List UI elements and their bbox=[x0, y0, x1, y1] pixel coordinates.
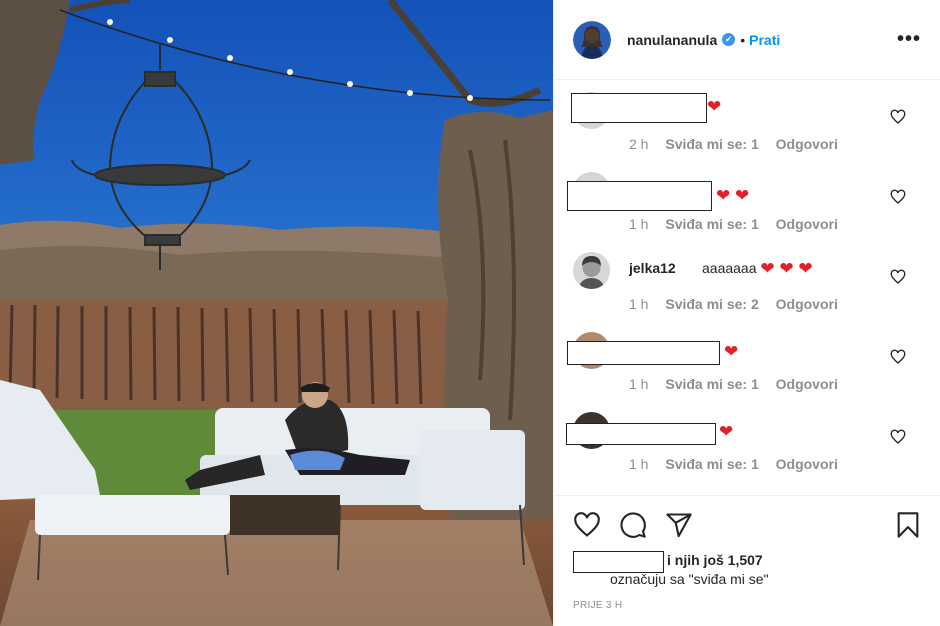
like-comment-icon[interactable] bbox=[890, 189, 906, 205]
comment-item: ❤ ❤ 1 h Sviđa mi se: 1 Odgovori bbox=[554, 161, 940, 241]
comment-item: ❤ 1 h Sviđa mi se: 1 Odgovori bbox=[554, 401, 940, 481]
comment-meta: 1 h Sviđa mi se: 1 Odgovori bbox=[629, 376, 851, 392]
comment-item: ❤ 2 h Sviđa mi se: 1 Odgovori bbox=[554, 81, 940, 161]
follow-button[interactable]: Prati bbox=[749, 32, 780, 48]
likes-count[interactable]: i njih još 1,507 bbox=[667, 552, 763, 568]
commenter-avatar[interactable] bbox=[573, 252, 610, 289]
header-separator: • bbox=[740, 31, 746, 48]
heart-emoji: ❤ ❤ bbox=[716, 186, 750, 205]
comment-text: ❤ bbox=[719, 422, 734, 441]
comment-meta: 2 h Sviđa mi se: 1 Odgovori bbox=[629, 136, 851, 152]
comment-likes[interactable]: Sviđa mi se: 1 bbox=[665, 136, 758, 152]
comment-likes[interactable]: Sviđa mi se: 1 bbox=[665, 376, 758, 392]
post-timestamp[interactable]: PRIJE 3 H bbox=[573, 600, 622, 611]
comment-body: aaaaaaa bbox=[702, 260, 757, 276]
comments-list[interactable]: ❤ 2 h Sviđa mi se: 1 Odgovori ❤ ❤ 1 h Sv… bbox=[554, 81, 940, 495]
heart-emoji: ❤ bbox=[707, 97, 722, 116]
likes-subtext: označuju sa "sviđa mi se" bbox=[610, 571, 769, 587]
comment-time: 1 h bbox=[629, 376, 649, 392]
comment-text: ❤ bbox=[724, 342, 739, 361]
bookmark-icon[interactable] bbox=[894, 511, 922, 539]
heart-emoji: ❤ bbox=[724, 342, 739, 361]
comment-likes[interactable]: Sviđa mi se: 1 bbox=[665, 216, 758, 232]
reply-button[interactable]: Odgovori bbox=[776, 216, 838, 232]
like-comment-icon[interactable] bbox=[890, 269, 906, 285]
comment-time: 1 h bbox=[629, 456, 649, 472]
post-sidebar: nanulananula ✓ • Prati ••• ❤ 2 h Sviđa m… bbox=[553, 0, 940, 626]
comment-meta: 1 h Sviđa mi se: 2 Odgovori bbox=[629, 296, 851, 312]
comment-meta: 1 h Sviđa mi se: 1 Odgovori bbox=[629, 216, 851, 232]
like-comment-icon[interactable] bbox=[890, 109, 906, 125]
author-username[interactable]: nanulananula bbox=[627, 32, 717, 48]
reply-button[interactable]: Odgovori bbox=[776, 376, 838, 392]
comment-time: 1 h bbox=[629, 296, 649, 312]
reply-button[interactable]: Odgovori bbox=[776, 296, 838, 312]
post-header: nanulananula ✓ • Prati ••• bbox=[554, 0, 940, 80]
post-photo[interactable] bbox=[0, 0, 553, 626]
commenter-username[interactable]: jelka12 bbox=[629, 260, 676, 276]
like-comment-icon[interactable] bbox=[890, 429, 906, 445]
heart-emoji: ❤ bbox=[719, 422, 734, 441]
comment-icon[interactable] bbox=[619, 511, 647, 539]
comment-meta: 1 h Sviđa mi se: 1 Odgovori bbox=[629, 456, 851, 472]
redacted-name-box bbox=[571, 93, 707, 123]
redacted-liker-box bbox=[573, 551, 664, 573]
comment-likes[interactable]: Sviđa mi se: 1 bbox=[665, 456, 758, 472]
share-icon[interactable] bbox=[665, 511, 693, 539]
like-comment-icon[interactable] bbox=[890, 349, 906, 365]
reply-button[interactable]: Odgovori bbox=[776, 136, 838, 152]
post-actions: i njih još 1,507 označuju sa "sviđa mi s… bbox=[554, 495, 940, 626]
comment-time: 1 h bbox=[629, 216, 649, 232]
post-image bbox=[0, 0, 553, 626]
redacted-name-box bbox=[567, 341, 720, 365]
comment-text: ❤ ❤ bbox=[716, 186, 750, 205]
comment-item: ❤ 1 h Sviđa mi se: 1 Odgovori bbox=[554, 321, 940, 401]
more-options-icon[interactable]: ••• bbox=[897, 29, 921, 49]
comment-text: aaaaaaa ❤ ❤ ❤ bbox=[702, 259, 813, 278]
heart-emoji: ❤ ❤ ❤ bbox=[760, 259, 813, 278]
author-avatar[interactable] bbox=[573, 20, 611, 59]
comment-item: jelka12 aaaaaaa ❤ ❤ ❤ 1 h Sviđa mi se: 2… bbox=[554, 241, 940, 321]
comment-time: 2 h bbox=[629, 136, 649, 152]
verified-badge-icon: ✓ bbox=[722, 33, 736, 46]
redacted-name-box bbox=[567, 181, 712, 211]
comment-likes[interactable]: Sviđa mi se: 2 bbox=[665, 296, 758, 312]
reply-button[interactable]: Odgovori bbox=[776, 456, 838, 472]
comment-text: ❤ bbox=[707, 97, 722, 116]
like-icon[interactable] bbox=[573, 511, 601, 539]
redacted-name-box bbox=[566, 423, 716, 445]
